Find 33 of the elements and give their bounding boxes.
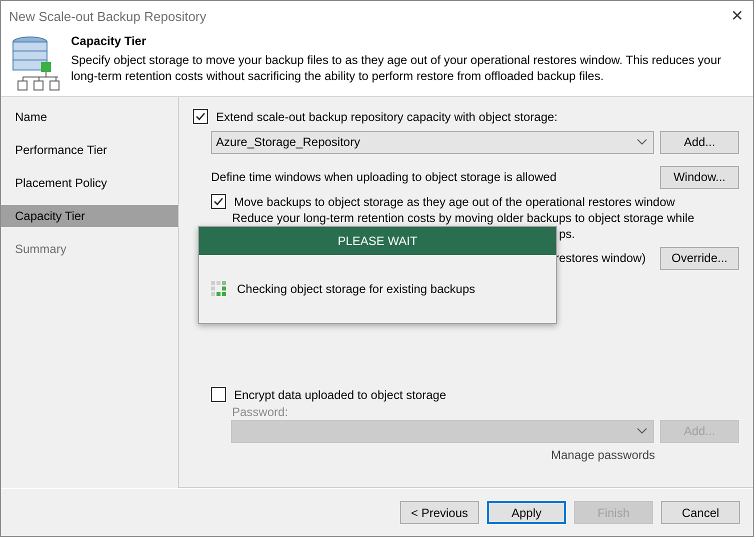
checkbox[interactable] <box>211 194 226 210</box>
button[interactable]: Cancel <box>661 501 740 524</box>
wizard-step[interactable]: Name <box>1 106 178 128</box>
checkbox[interactable] <box>193 109 208 124</box>
page-heading: Capacity Tier <box>71 34 148 48</box>
option-label: Define time windows when uploading to object storage is allowed <box>211 170 557 184</box>
wizard-step[interactable]: Performance Tier <box>1 138 178 161</box>
page-description: Specify object storage to move your backup files to as they age out of your operational restores window. This reduces your long-term retention costs without sacrificing the ability to perform restore from offloaded backup files. <box>71 52 722 84</box>
close-button[interactable]: × <box>731 6 743 26</box>
repository-dropdown[interactable]: Azure_Storage_Repository <box>211 130 654 154</box>
dropdown-caret-icon <box>637 139 647 146</box>
checkbox-label: Move backups to object storage as they age out of the operational restores window <box>234 194 675 209</box>
window-title: New Scale-out Backup Repository <box>9 8 206 24</box>
button[interactable]: Override... <box>660 246 739 270</box>
field-label: Password: <box>232 404 288 419</box>
dialog-title: PLEASE WAIT <box>199 227 556 255</box>
dropdown-caret-icon <box>637 428 647 434</box>
wizard-step[interactable]: Placement Policy <box>1 172 178 194</box>
progress-message: Checking object storage for existing backups <box>237 282 476 296</box>
option-description: ps. <box>559 226 576 241</box>
button[interactable]: Apply <box>487 501 566 524</box>
loading-icon <box>211 281 226 296</box>
checkbox-label: Encrypt data uploaded to object storage <box>234 388 446 402</box>
checkbox[interactable] <box>211 387 226 402</box>
option-description: Reduce your long-term retention costs by moving older backups to object storage while <box>232 210 696 225</box>
wizard-step[interactable]: Capacity Tier <box>1 204 178 227</box>
manage-passwords-link[interactable]: Manage passwords <box>551 448 656 462</box>
checkbox-label: Extend scale-out backup repository capacity with object storage: <box>216 110 558 124</box>
button[interactable]: Window... <box>660 166 739 189</box>
dropdown-value: Azure_Storage_Repository <box>216 135 360 150</box>
button[interactable]: < Previous <box>400 501 479 524</box>
database-network-icon <box>10 36 60 92</box>
button[interactable]: Add... <box>660 130 739 154</box>
